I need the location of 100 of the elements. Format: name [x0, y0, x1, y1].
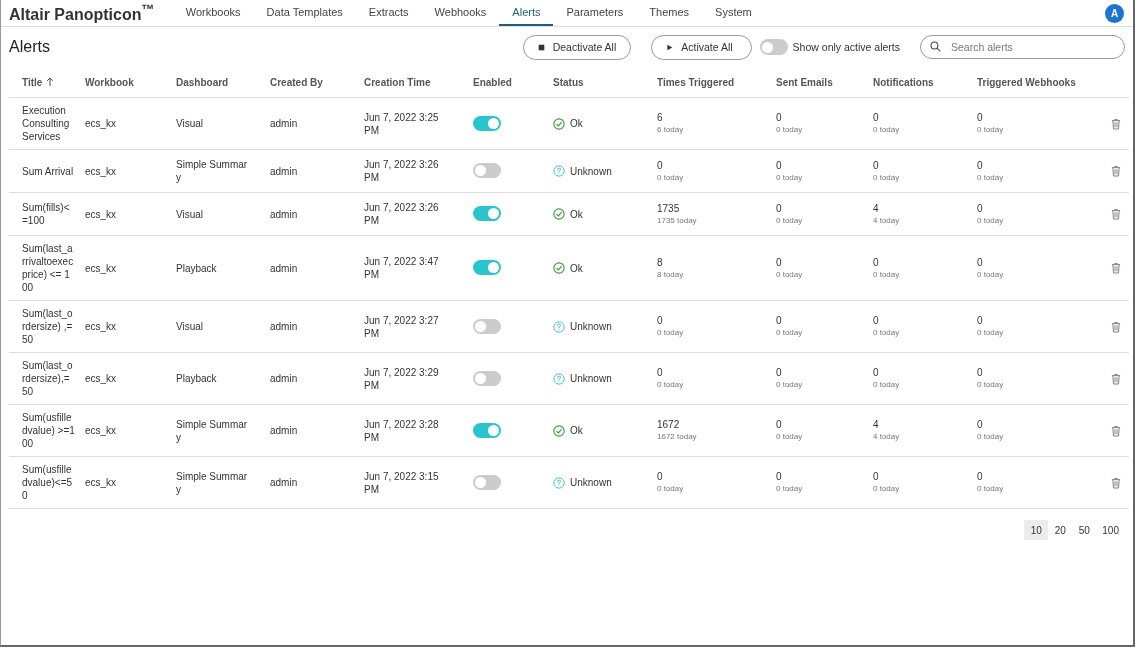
column-header[interactable]: Status	[553, 76, 584, 88]
today-count: 0 today	[776, 124, 803, 135]
enabled-toggle[interactable]	[473, 206, 501, 221]
enabled-toggle[interactable]	[473, 474, 501, 490]
page-size-option[interactable]: 100	[1096, 520, 1125, 540]
check-circle-icon	[553, 262, 565, 274]
count-value: 0	[977, 159, 983, 172]
trash-icon[interactable]	[1111, 208, 1121, 220]
today-count: 0 today	[977, 268, 1004, 280]
count-value: 6	[657, 112, 663, 124]
table-cell: ecs_kx	[85, 373, 117, 384]
trash-icon[interactable]	[1111, 476, 1121, 489]
trash-icon[interactable]	[1111, 262, 1121, 274]
status-text: Unknown	[570, 164, 612, 178]
avatar[interactable]: A	[1105, 3, 1124, 23]
column-header[interactable]: Triggered Webhooks	[977, 76, 1076, 88]
table-cell: admin	[270, 118, 298, 129]
trash-icon[interactable]	[1111, 372, 1121, 385]
enabled-toggle[interactable]	[473, 422, 501, 438]
nav-tab[interactable]: Workbooks	[172, 0, 254, 26]
today-count: 8 today	[657, 268, 684, 280]
count-value: 0	[977, 112, 983, 124]
count-value: 0	[776, 471, 782, 483]
count-value: 0	[657, 159, 663, 172]
table-cell: admin	[270, 165, 298, 177]
alert-title: Sum(last_arrivaltoexecprice) <= 100	[22, 243, 74, 293]
today-count: 0 today	[776, 214, 803, 226]
table-cell: Jun 7, 2022 3:26 PM	[364, 159, 439, 183]
question-circle-icon	[553, 372, 565, 385]
sort-ascending-icon[interactable]	[46, 77, 55, 87]
column-header[interactable]: Notifications	[873, 76, 934, 88]
table-cell: Jun 7, 2022 3:25 PM	[364, 111, 439, 136]
count-value: 0	[776, 202, 782, 215]
column-header[interactable]: Created By	[270, 76, 323, 88]
nav-tab[interactable]: System	[702, 0, 765, 26]
search-field[interactable]: Search alerts	[920, 35, 1125, 59]
table-cell: admin	[270, 262, 298, 274]
enabled-toggle[interactable]	[473, 115, 501, 131]
table-cell: Jun 7, 2022 3:27 PM	[364, 314, 439, 339]
page-size-option[interactable]: 10	[1024, 520, 1049, 540]
nav-tab[interactable]: Extracts	[355, 0, 422, 26]
alert-title: Sum(usfilledvalue) >=100	[22, 412, 75, 449]
today-count: 1735 today	[657, 214, 697, 226]
nav-tab[interactable]: Parameters	[553, 0, 637, 26]
alert-title: Sum(last_ordersize),=50	[22, 360, 73, 397]
count-value: 0	[873, 256, 879, 269]
enabled-toggle[interactable]	[473, 318, 501, 334]
status-text: Unknown	[570, 476, 612, 489]
page-size-option[interactable]: 20	[1048, 520, 1073, 540]
table-cell: Jun 7, 2022 3:47 PM	[364, 256, 439, 280]
enabled-toggle[interactable]	[473, 163, 501, 178]
trash-icon[interactable]	[1111, 320, 1121, 333]
nav-tab[interactable]: Themes	[636, 0, 703, 26]
table-cell: Playback	[176, 373, 217, 384]
count-value: 0	[977, 256, 983, 269]
today-count: 0 today	[977, 124, 1004, 135]
alert-title: Sum Arrival	[22, 165, 74, 177]
column-header[interactable]: Sent Emails	[776, 76, 833, 88]
trash-icon[interactable]	[1111, 424, 1121, 437]
table-cell: admin	[270, 425, 298, 436]
table-cell: ecs_kx	[85, 425, 117, 436]
search-icon	[930, 41, 941, 52]
column-header[interactable]: Times Triggered	[657, 76, 735, 88]
today-count: 0 today	[977, 327, 1004, 338]
alert-title: Sum(fills)<=100	[22, 202, 70, 226]
count-value: 0	[977, 315, 983, 327]
page-size-option[interactable]: 50	[1072, 520, 1097, 540]
today-count: 0 today	[873, 171, 900, 183]
toggle-switch[interactable]	[759, 39, 788, 55]
table-cell: Simple Summary	[176, 159, 248, 183]
nav-tab[interactable]: Data Templates	[253, 0, 356, 26]
app-logo: Altair Panopticon$^{™}$	[9, 1, 155, 25]
today-count: 0 today	[977, 431, 1004, 442]
today-count: 0 today	[776, 431, 803, 442]
question-circle-icon	[553, 320, 565, 333]
column-header[interactable]: Enabled	[473, 76, 512, 88]
table-cell: admin	[270, 208, 298, 220]
today-count: 0 today	[873, 483, 900, 494]
count-value: 0	[657, 471, 663, 483]
toggle-label: Show only active alerts	[792, 41, 900, 53]
status-text: Ok	[570, 261, 583, 275]
column-header[interactable]: Title	[22, 76, 43, 88]
count-value: 0	[977, 367, 983, 379]
today-count: 0 today	[977, 483, 1004, 494]
activate-all-button[interactable]: Activate All	[651, 34, 752, 60]
nav-tab[interactable]: Alerts	[499, 0, 554, 26]
today-count: 0 today	[776, 171, 803, 183]
nav-tab[interactable]: Webhooks	[421, 0, 500, 26]
enabled-toggle[interactable]	[473, 370, 501, 386]
enabled-toggle[interactable]	[473, 260, 501, 275]
trash-icon[interactable]	[1111, 165, 1121, 177]
table-cell: ecs_kx	[85, 118, 117, 129]
column-header[interactable]: Dashboard	[176, 76, 229, 88]
trash-icon[interactable]	[1111, 117, 1121, 130]
status-text: Ok	[570, 207, 583, 221]
today-count: 0 today	[977, 379, 1004, 390]
column-header[interactable]: Workbook	[85, 76, 134, 88]
count-value: 1735	[657, 202, 680, 215]
deactivate-all-button[interactable]: Deactivate All	[522, 34, 632, 60]
column-header[interactable]: Creation Time	[364, 76, 431, 88]
